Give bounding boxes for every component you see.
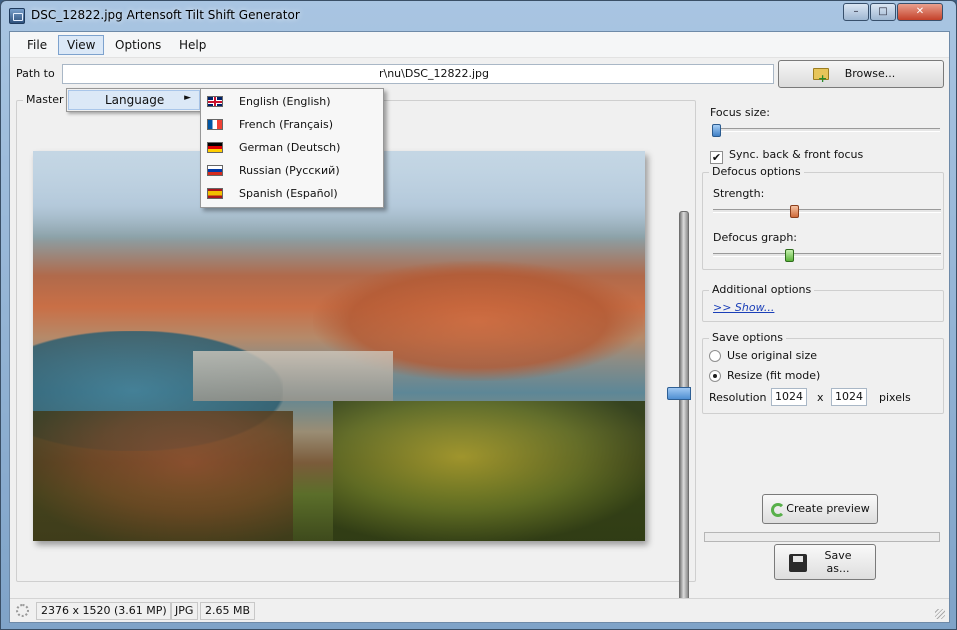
menu-view[interactable]: View <box>58 35 105 55</box>
focus-position-slider[interactable] <box>679 211 689 615</box>
resolution-row: Resolution 1024 x 1024 pixels <box>709 388 911 406</box>
menu-file[interactable]: File <box>18 35 56 55</box>
use-original-radio-dot[interactable] <box>709 350 721 362</box>
language-english[interactable]: English (English) <box>203 91 381 113</box>
defocus-options-group: Defocus options Strength: Defocus graph: <box>702 165 944 270</box>
language-russian-label: Russian (Русский) <box>239 164 340 177</box>
progress-bar <box>704 532 940 542</box>
focus-size-label: Focus size: <box>710 106 770 119</box>
focus-size-slider[interactable] <box>712 124 940 137</box>
additional-options-group: Additional options >> Show... <box>702 283 944 322</box>
resize-grip-icon[interactable] <box>935 609 945 619</box>
menu-bar: File View Options Help <box>10 32 949 58</box>
language-russian[interactable]: Russian (Русский) <box>203 160 381 182</box>
pixels-label: pixels <box>879 391 911 404</box>
open-folder-icon <box>813 66 829 92</box>
minimize-button[interactable]: – <box>843 3 869 21</box>
language-spanish-label: Spanish (Español) <box>239 187 338 200</box>
sync-focus-box[interactable]: ✔ <box>710 151 723 164</box>
path-row: Path to r\nu\DSC_12822.jpg Browse... <box>10 60 949 92</box>
menu-options[interactable]: Options <box>106 35 170 55</box>
language-english-label: English (English) <box>239 95 331 108</box>
window-title: DSC_12822.jpg Artensoft Tilt Shift Gener… <box>31 8 300 22</box>
floppy-disk-icon <box>789 554 807 572</box>
create-preview-button[interactable]: Create preview <box>762 494 878 524</box>
status-bar: 2376 x 1520 (3.61 MP) JPG 2.65 MB <box>10 598 949 622</box>
title-bar[interactable]: DSC_12822.jpg Artensoft Tilt Shift Gener… <box>1 1 956 31</box>
focus-size-thumb[interactable] <box>712 124 721 137</box>
submenu-arrow-icon: ► <box>184 93 191 103</box>
language-spanish[interactable]: Spanish (Español) <box>203 183 381 205</box>
sync-focus-checkbox[interactable]: ✔ Sync. back & front focus <box>710 148 863 164</box>
path-label: Path to <box>16 67 55 80</box>
defocus-graph-label: Defocus graph: <box>713 231 797 244</box>
resize-radio-dot[interactable] <box>709 370 721 382</box>
status-dimensions: 2376 x 1520 (3.61 MP) <box>36 602 172 620</box>
browse-label: Browse... <box>844 67 896 80</box>
ru-flag-icon <box>207 165 223 176</box>
resize-label: Resize (fit mode) <box>727 369 821 382</box>
sync-focus-label: Sync. back & front focus <box>729 148 864 161</box>
status-format: JPG <box>170 602 199 620</box>
path-value: r\nu\DSC_12822.jpg <box>378 67 489 80</box>
times-label: x <box>817 391 824 404</box>
save-options-title: Save options <box>709 331 787 345</box>
refresh-icon <box>771 503 785 517</box>
width-input[interactable]: 1024 <box>771 388 807 406</box>
language-german[interactable]: German (Deutsch) <box>203 137 381 159</box>
language-german-label: German (Deutsch) <box>239 141 341 154</box>
save-as-label: Save as... <box>824 549 852 575</box>
menu-item-language[interactable]: Language ► <box>68 90 200 110</box>
language-french[interactable]: French (Français) <box>203 114 381 136</box>
busy-spinner-icon <box>16 604 29 617</box>
maximize-button[interactable]: □ <box>870 3 896 21</box>
save-options-group: Save options Use original size Resize (f… <box>702 331 944 414</box>
language-submenu: English (English) French (Français) Germ… <box>200 88 384 208</box>
defocus-graph-thumb[interactable] <box>785 249 794 262</box>
es-flag-icon <box>207 188 223 199</box>
app-icon <box>9 8 25 24</box>
de-flag-icon <box>207 142 223 153</box>
resolution-label: Resolution <box>709 391 767 404</box>
show-additional-link[interactable]: >> Show... <box>713 301 774 314</box>
resize-fit-radio[interactable]: Resize (fit mode) <box>709 369 820 382</box>
height-input[interactable]: 1024 <box>831 388 867 406</box>
defocus-options-title: Defocus options <box>709 165 804 179</box>
defocus-graph-slider[interactable] <box>713 249 941 262</box>
browse-button[interactable]: Browse... <box>778 60 944 92</box>
language-label: Language <box>105 93 165 107</box>
save-as-button[interactable]: Save as... <box>774 544 876 580</box>
preview-image[interactable] <box>33 151 645 541</box>
client-area: File View Options Help Path to r\nu\DSC_… <box>9 31 950 623</box>
fr-flag-icon <box>207 119 223 130</box>
strength-thumb[interactable] <box>790 205 799 218</box>
status-filesize: 2.65 MB <box>200 602 256 620</box>
strength-slider[interactable] <box>713 205 941 218</box>
language-french-label: French (Français) <box>239 118 333 131</box>
close-button[interactable]: ✕ <box>897 3 943 21</box>
strength-label: Strength: <box>713 187 765 200</box>
gb-flag-icon <box>207 96 223 107</box>
additional-options-title: Additional options <box>709 283 815 297</box>
use-original-label: Use original size <box>727 349 817 362</box>
view-menu-dropdown: Language ► <box>66 88 202 112</box>
path-input[interactable]: r\nu\DSC_12822.jpg <box>62 64 774 84</box>
create-preview-label: Create preview <box>786 502 870 515</box>
app-window: DSC_12822.jpg Artensoft Tilt Shift Gener… <box>0 0 957 630</box>
focus-position-thumb[interactable] <box>667 387 691 400</box>
menu-help[interactable]: Help <box>170 35 215 55</box>
use-original-size-radio[interactable]: Use original size <box>709 349 817 362</box>
